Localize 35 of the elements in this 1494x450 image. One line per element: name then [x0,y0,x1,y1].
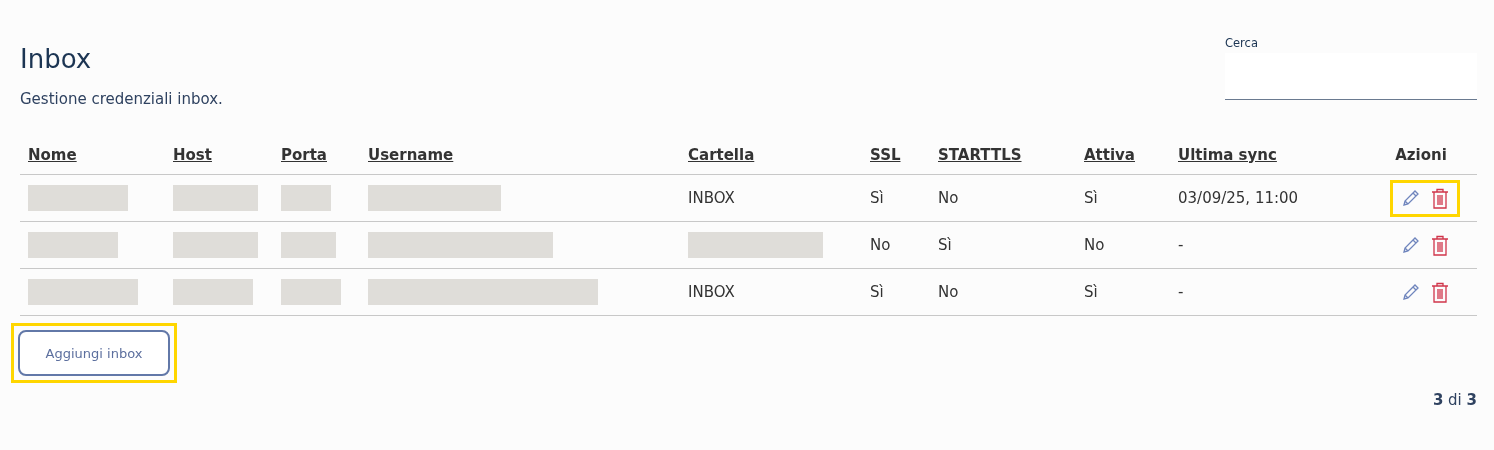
column-header[interactable]: Nome [28,146,77,164]
pencil-icon[interactable] [1401,282,1421,302]
table-cell: Sì [870,189,884,207]
table-cell: - [1178,236,1184,254]
column-header[interactable]: Ultima sync [1178,146,1277,164]
column-header[interactable]: SSL [870,146,901,164]
table-cell: - [1178,283,1184,301]
pencil-icon[interactable] [1401,235,1421,255]
trash-icon[interactable] [1431,281,1449,303]
trash-icon[interactable] [1431,234,1449,256]
table-cell: No [938,189,959,207]
pagination-count: 3 di 3 [1431,391,1477,409]
add-inbox-button[interactable]: Aggiungi inbox [18,330,170,376]
table-cell: Sì [870,283,884,301]
column-header[interactable]: Cartella [688,146,755,164]
table-cell: Sì [938,236,952,254]
table-cell: No [1084,236,1105,254]
column-header[interactable]: STARTTLS [938,146,1022,164]
search-label: Cerca [1225,36,1259,50]
table-cell: Sì [1084,283,1098,301]
table-cell: INBOX [688,189,735,207]
column-header[interactable]: Attiva [1084,146,1135,164]
column-header[interactable]: Porta [281,146,327,164]
pencil-icon[interactable] [1401,188,1421,208]
page-title: Inbox [20,44,93,74]
table-cell: No [938,283,959,301]
trash-icon[interactable] [1431,187,1449,209]
column-header[interactable]: Host [173,146,212,164]
table-cell: INBOX [688,283,735,301]
table-cell: 03/09/25, 11:00 [1178,189,1299,207]
page-subtitle: Gestione credenziali inbox. [20,90,223,108]
table-cell: Sì [1084,189,1098,207]
table-cell: No [870,236,891,254]
column-header: Azioni [1395,146,1447,164]
column-header[interactable]: Username [368,146,454,164]
